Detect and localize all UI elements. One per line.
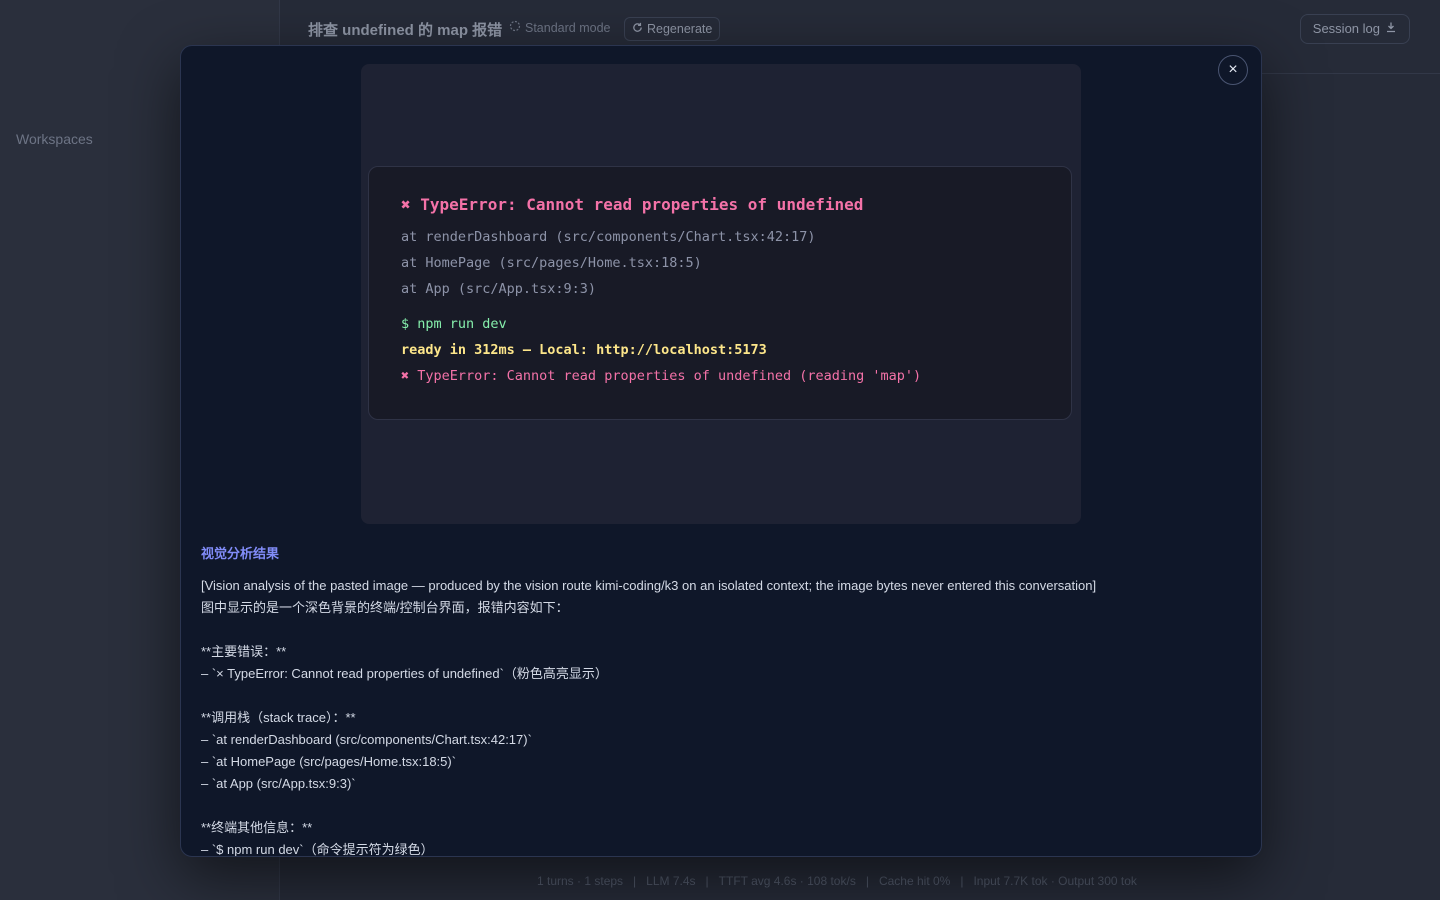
- analysis-line: 图中显示的是一个深色背景的终端/控制台界面，报错内容如下：: [201, 600, 569, 615]
- terminal-command: $ npm run dev: [401, 316, 507, 332]
- regenerate-label: Regenerate: [647, 22, 713, 36]
- analysis-title: 视觉分析结果: [201, 546, 280, 561]
- analysis-line: – `× TypeError: Cannot read properties o…: [201, 666, 608, 681]
- stats-llm: LLM 7.4s: [646, 874, 696, 888]
- analysis-line: – `at renderDashboard (src/components/Ch…: [201, 732, 532, 747]
- stats-tokens: Input 7.7K tok · Output 300 tok: [973, 874, 1137, 888]
- image-preview-modal: × ✖ TypeError: Cannot read properties of…: [180, 45, 1262, 857]
- usage-stats: 1 turns · 1 steps | LLM 7.4s | TTFT avg 4.6s…: [537, 874, 1137, 888]
- stack-frame: at App (src/App.tsx:9:3): [401, 281, 597, 297]
- session-log-button[interactable]: Session log: [1299, 14, 1410, 44]
- refresh-icon: [632, 18, 643, 40]
- close-button[interactable]: ×: [1218, 55, 1248, 85]
- terminal-error-line: ✖ TypeError: Cannot read properties of u…: [401, 368, 922, 384]
- vision-analysis: 视觉分析结果 [Vision analysis of the pasted im…: [201, 543, 1241, 857]
- mode-label: Standard mode: [525, 21, 611, 35]
- analysis-line: **调用栈（stack trace）：**: [201, 710, 356, 725]
- analysis-body: [Vision analysis of the pasted image — p…: [201, 575, 1241, 857]
- pasted-image-preview: ✖ TypeError: Cannot read properties of u…: [361, 64, 1081, 524]
- stats-cache: Cache hit 0%: [878, 874, 951, 888]
- analysis-line: **终端其他信息：**: [201, 820, 313, 835]
- session-log-label: Session log: [1312, 21, 1380, 36]
- mode-indicator: Standard mode: [502, 17, 617, 39]
- analysis-line: – `at App (src/App.tsx:9:3)`: [201, 776, 356, 791]
- mode-icon: [509, 17, 521, 39]
- stats-ttft: TTFT avg 4.6s · 108 tok/s: [718, 874, 856, 888]
- conversation-title: 排查 undefined 的 map 报错: [308, 22, 503, 39]
- regenerate-button[interactable]: Regenerate: [624, 17, 721, 41]
- analysis-line: – `$ npm run dev`（命令提示符为绿色）: [201, 842, 434, 857]
- sidebar-workspaces-label[interactable]: Workspaces: [16, 131, 93, 147]
- analysis-line: [Vision analysis of the pasted image — p…: [201, 578, 1097, 593]
- terminal-screenshot: ✖ TypeError: Cannot read properties of u…: [368, 166, 1072, 420]
- stack-frame: at HomePage (src/pages/Home.tsx:18:5): [401, 255, 702, 271]
- download-icon: [1385, 15, 1397, 43]
- stats-turns: 1 turns · 1 steps: [537, 874, 624, 888]
- terminal-ready-line: ready in 312ms — Local: http://localhost…: [401, 342, 767, 358]
- analysis-line: **主要错误：**: [201, 644, 287, 659]
- stack-frame: at renderDashboard (src/components/Chart…: [401, 229, 816, 245]
- terminal-error-title: ✖ TypeError: Cannot read properties of u…: [401, 195, 864, 214]
- analysis-line: – `at HomePage (src/pages/Home.tsx:18:5)…: [201, 754, 457, 769]
